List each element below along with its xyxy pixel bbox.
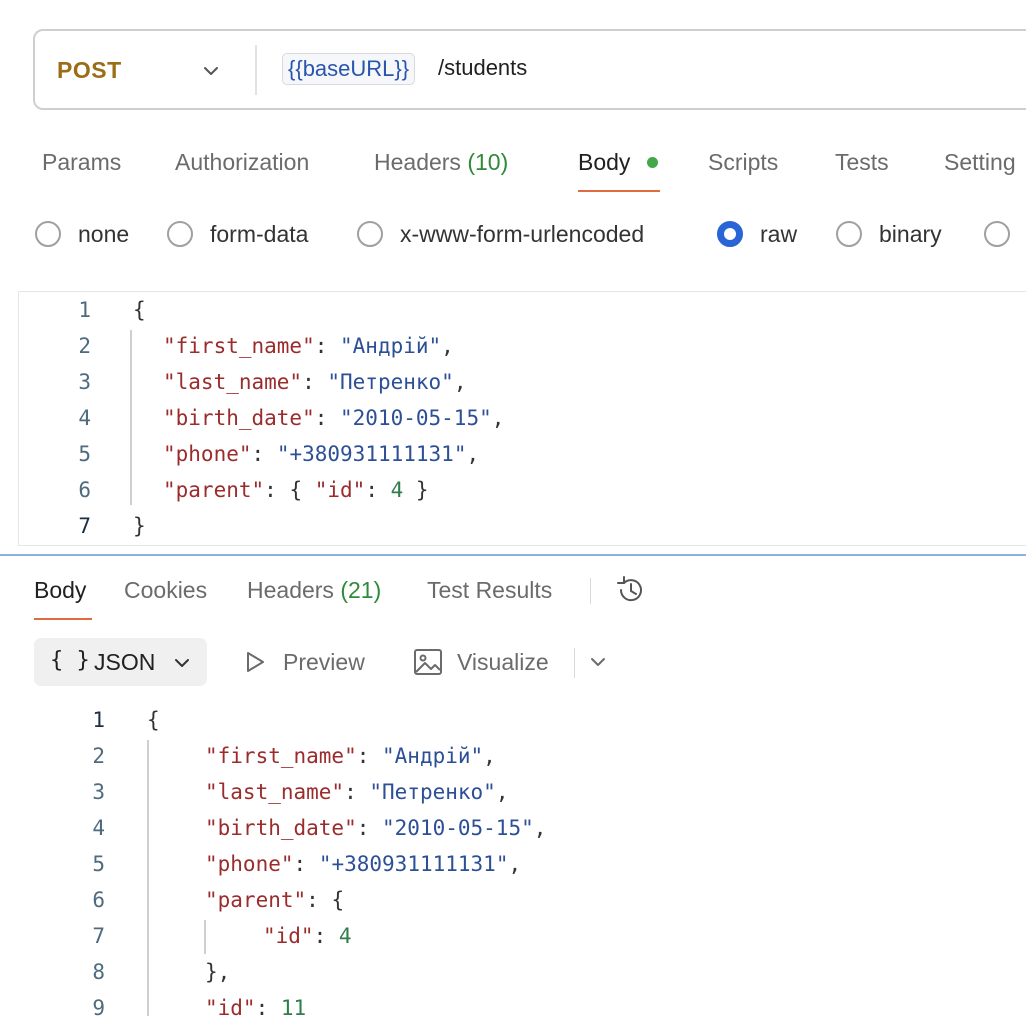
code-line: }, xyxy=(205,960,231,984)
line-number: 1 xyxy=(92,708,105,732)
tab-params[interactable]: Params xyxy=(42,149,121,176)
headers-count: (10) xyxy=(467,149,509,175)
chevron-down-icon xyxy=(175,659,189,667)
tab-body[interactable]: Body xyxy=(578,149,630,176)
radio-label-binary[interactable]: binary xyxy=(879,221,942,248)
radio-label-form-data[interactable]: form-data xyxy=(210,221,308,248)
radio-label-raw[interactable]: raw xyxy=(760,221,797,248)
indent-guide xyxy=(204,920,206,954)
divider xyxy=(574,648,575,678)
braces-icon: { } xyxy=(50,648,90,673)
tab-scripts[interactable]: Scripts xyxy=(708,149,778,176)
code-line: { xyxy=(147,708,160,732)
line-number: 9 xyxy=(92,996,105,1020)
response-tab-body[interactable]: Body xyxy=(34,577,86,604)
tab-authorization[interactable]: Authorization xyxy=(175,149,309,176)
code-line: { xyxy=(133,298,146,322)
active-tab-indicator xyxy=(578,190,660,192)
radio-x-www-form-urlencoded[interactable] xyxy=(357,221,383,247)
code-line: "phone": "+380931111131", xyxy=(205,852,522,876)
code-line: "first_name": "Андрій", xyxy=(205,744,496,768)
format-label: JSON xyxy=(94,649,156,675)
line-number: 3 xyxy=(92,780,105,804)
line-number: 6 xyxy=(78,478,91,502)
active-tab-indicator xyxy=(34,618,92,620)
tab-tests[interactable]: Tests xyxy=(835,149,889,176)
play-icon[interactable] xyxy=(243,650,267,674)
line-number: 3 xyxy=(78,370,91,394)
chevron-down-icon[interactable] xyxy=(588,652,608,672)
radio-graphql[interactable] xyxy=(984,221,1010,247)
line-number: 2 xyxy=(92,744,105,768)
url-divider xyxy=(255,45,257,95)
code-line: "last_name": "Петренко", xyxy=(205,780,509,804)
code-line: "parent": { "id": 4 } xyxy=(163,478,429,502)
radio-raw[interactable] xyxy=(717,221,743,247)
history-icon[interactable] xyxy=(614,574,648,606)
code-line: "last_name": "Петренко", xyxy=(163,370,467,394)
code-line: "first_name": "Андрій", xyxy=(163,334,454,358)
radio-label-x-www-form-urlencoded[interactable]: x-www-form-urlencoded xyxy=(400,221,644,248)
pane-resize-handle[interactable] xyxy=(0,554,1026,556)
response-tab-test-results[interactable]: Test Results xyxy=(427,577,552,604)
line-number: 5 xyxy=(92,852,105,876)
code-line: } xyxy=(133,514,146,538)
code-line: "id": 4 xyxy=(263,924,352,948)
url-bar: POST {{baseURL}} /students xyxy=(33,29,1026,110)
code-line: "parent": { xyxy=(205,888,345,912)
line-number: 2 xyxy=(78,334,91,358)
line-number: 4 xyxy=(78,406,91,430)
divider xyxy=(590,578,591,604)
radio-form-data[interactable] xyxy=(167,221,193,247)
image-icon[interactable] xyxy=(413,647,443,677)
url-input[interactable]: /students xyxy=(438,55,527,81)
body-modified-dot xyxy=(647,157,658,168)
format-select[interactable]: { } JSON xyxy=(34,638,207,686)
indent-guide xyxy=(130,330,132,505)
line-number: 1 xyxy=(78,298,91,322)
response-tab-headers[interactable]: Headers (21) xyxy=(247,577,381,604)
radio-none[interactable] xyxy=(35,221,61,247)
code-line: "birth_date": "2010-05-15", xyxy=(205,816,547,840)
http-method-select[interactable]: POST xyxy=(57,57,122,84)
tab-settings[interactable]: Setting xyxy=(944,149,1016,176)
preview-button[interactable]: Preview xyxy=(283,649,365,676)
indent-guide xyxy=(147,740,149,1016)
line-number: 7 xyxy=(78,514,91,538)
headers-count: (21) xyxy=(340,577,382,603)
line-number: 5 xyxy=(78,442,91,466)
tab-headers[interactable]: Headers (10) xyxy=(374,149,508,176)
url-variable[interactable]: {{baseURL}} xyxy=(282,53,416,85)
code-line: "phone": "+380931111131", xyxy=(163,442,480,466)
visualize-button[interactable]: Visualize xyxy=(457,649,549,676)
line-number: 6 xyxy=(92,888,105,912)
radio-label-none[interactable]: none xyxy=(78,221,129,248)
code-line: "birth_date": "2010-05-15", xyxy=(163,406,505,430)
code-line: "id": 11 xyxy=(205,996,307,1020)
line-number: 4 xyxy=(92,816,105,840)
line-number: 7 xyxy=(92,924,105,948)
chevron-down-icon[interactable] xyxy=(201,61,221,81)
radio-binary[interactable] xyxy=(836,221,862,247)
line-number: 8 xyxy=(92,960,105,984)
response-tab-cookies[interactable]: Cookies xyxy=(124,577,207,604)
